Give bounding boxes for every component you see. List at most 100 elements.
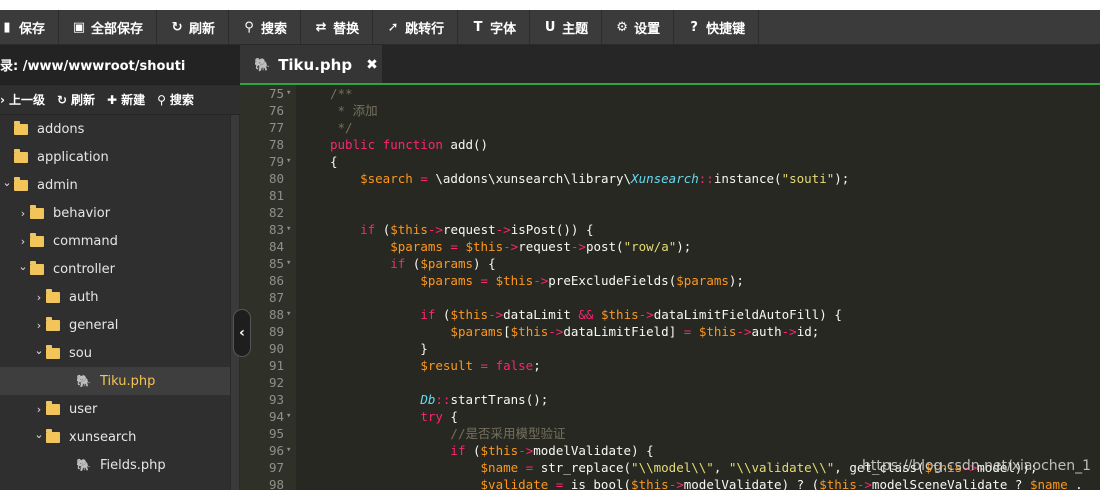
chevron-right-icon[interactable]: › — [32, 291, 46, 304]
code-line: 93 Db::startTrans(); — [240, 391, 1100, 408]
fold-arrow-icon[interactable]: ▾ — [286, 255, 291, 272]
code-line: 75 ▾ /** — [240, 85, 1100, 102]
tree-scrollbar-thumb[interactable] — [231, 115, 239, 490]
tree-item[interactable]: › behavior — [0, 199, 240, 227]
code-token: preExcludeFields( — [548, 273, 677, 288]
collapse-sidebar-button[interactable]: ‹ — [233, 309, 251, 357]
tree-item[interactable]: 🐘 Tiku.php — [0, 367, 240, 395]
chevron-right-icon[interactable]: › — [32, 319, 46, 332]
code-token: if — [390, 256, 406, 271]
code-token: -> — [488, 307, 504, 322]
toolbar-button-save[interactable]: ▮ 保存 — [0, 10, 60, 45]
file-tree: addons application ⌄ admin › behavior › command… — [0, 115, 240, 490]
code-token: $params — [676, 273, 729, 288]
toolbar-button-refresh[interactable]: ↻ 刷新 — [157, 10, 230, 45]
toolbar-button-goto-line[interactable]: ➚ 跳转行 — [373, 10, 459, 45]
chevron-right-icon[interactable]: › — [16, 207, 30, 220]
chevron-right-icon[interactable]: › — [32, 403, 46, 416]
line-number: 80 — [268, 171, 284, 186]
chevron-right-icon[interactable]: › — [16, 235, 30, 248]
tree-scrollbar-track[interactable] — [230, 115, 240, 490]
save-icon: ▮ — [3, 20, 11, 35]
fold-arrow-icon[interactable]: ▾ — [286, 85, 291, 102]
chevron-down-icon[interactable]: ⌄ — [32, 344, 46, 357]
tree-item-label: behavior — [53, 205, 111, 221]
chevron-down-icon[interactable]: ⌄ — [32, 428, 46, 441]
code-token: -> — [781, 324, 797, 339]
code-token: "row/a" — [623, 239, 677, 254]
tree-item[interactable]: ⌄ xunsearch — [0, 423, 240, 451]
tree-item[interactable]: ⌄ controller — [0, 255, 240, 283]
tree-item[interactable]: ⌄ admin — [0, 171, 240, 199]
tree-item[interactable]: application — [0, 143, 240, 171]
close-icon[interactable]: ✖ — [366, 57, 378, 73]
code-token: public function — [330, 137, 451, 152]
sidebar-action-search[interactable]: ⚲ 搜索 — [151, 91, 200, 108]
tree-item[interactable]: ⌄ sou — [0, 339, 240, 367]
line-number: 77 — [268, 120, 284, 135]
code-token: Db — [420, 392, 436, 407]
search-icon: ⚲ — [244, 20, 254, 35]
tree-item[interactable]: addons — [0, 115, 240, 143]
sidebar-action-label: 上一级 — [8, 93, 45, 107]
code-line: 82 — [240, 204, 1100, 221]
code-line: 89 $params[$this->dataLimitField] = $thi… — [240, 323, 1100, 340]
toolbar-button-font[interactable]: T 字体 — [458, 10, 531, 45]
chevron-down-icon[interactable]: ⌄ — [0, 176, 14, 189]
toolbar-button-gear[interactable]: ⚙ 设置 — [602, 10, 675, 45]
tree-item[interactable]: 🐘 Fields.php — [0, 451, 240, 479]
fold-arrow-icon[interactable]: ▾ — [286, 306, 291, 323]
code-token: { — [442, 409, 458, 424]
tree-item-label: command — [53, 233, 118, 249]
toolbar-button-label: 保存 — [19, 22, 46, 37]
refresh-icon: ↻ — [56, 92, 68, 107]
code-token: } — [330, 341, 428, 356]
code-token: ( — [375, 222, 391, 237]
sidebar-action-plus[interactable]: ✚ 新建 — [101, 91, 151, 108]
gear-icon: ⚙ — [616, 20, 628, 35]
current-directory-path: 录: /www/wwwroot/shouti — [0, 45, 240, 85]
toolbar-button-help[interactable]: ? 快捷键 — [674, 10, 760, 45]
code-line: 83 ▾ if ($this->request->isPost()) { — [240, 221, 1100, 238]
tree-item-label: admin — [37, 177, 78, 193]
code-editor[interactable]: 75 ▾/** 76 * 添加 77 */78 public function add(… — [240, 85, 1100, 490]
tree-item[interactable]: › auth — [0, 283, 240, 311]
code-token: = — [676, 324, 699, 339]
code-token: request — [518, 239, 571, 254]
tree-item[interactable]: › general — [0, 311, 240, 339]
line-number: 78 — [268, 137, 284, 152]
fold-arrow-icon[interactable]: ▾ — [286, 153, 291, 170]
code-token: ( — [465, 443, 481, 458]
fold-arrow-icon[interactable]: ▾ — [286, 221, 291, 238]
code-line: 84 $params = $this->request->post("row/a… — [240, 238, 1100, 255]
fold-arrow-icon[interactable]: ▾ — [286, 442, 291, 459]
tree-item[interactable]: › user — [0, 395, 240, 423]
code-line: 86 $params = $this->preExcludeFields($pa… — [240, 272, 1100, 289]
toolbar-button-replace[interactable]: ⇄ 替换 — [301, 10, 374, 45]
chevron-down-icon[interactable]: ⌄ — [16, 260, 30, 273]
toolbar-button-save-all[interactable]: ▣ 全部保存 — [59, 10, 158, 45]
fold-arrow-icon[interactable]: ▾ — [286, 408, 291, 425]
code-token: $result — [420, 358, 473, 373]
tab-tiku-php[interactable]: 🐘 Tiku.php ✖ — [240, 45, 382, 85]
tree-item[interactable]: › command — [0, 227, 240, 255]
line-number: 79 — [268, 154, 284, 169]
code-line: 95 //是否采用模型验证 — [240, 425, 1100, 442]
sidebar-action-up-level[interactable]: › 上一级 — [0, 91, 51, 108]
code-token: false — [495, 358, 534, 373]
toolbar-button-theme[interactable]: U 主题 — [530, 10, 603, 45]
code-token: $name — [1029, 477, 1068, 490]
php-elephant-icon: 🐘 — [76, 458, 91, 472]
code-token: "\\model\\" — [631, 460, 714, 475]
goto-line-icon: ➚ — [387, 20, 399, 35]
code-token: = — [442, 239, 466, 254]
code-line: 80 $search = \addons\xunsearch\library\X… — [240, 170, 1100, 187]
sidebar-action-refresh[interactable]: ↻ 刷新 — [51, 91, 101, 108]
toolbar-button-search[interactable]: ⚲ 搜索 — [229, 10, 302, 45]
code-token: add() — [450, 137, 489, 152]
